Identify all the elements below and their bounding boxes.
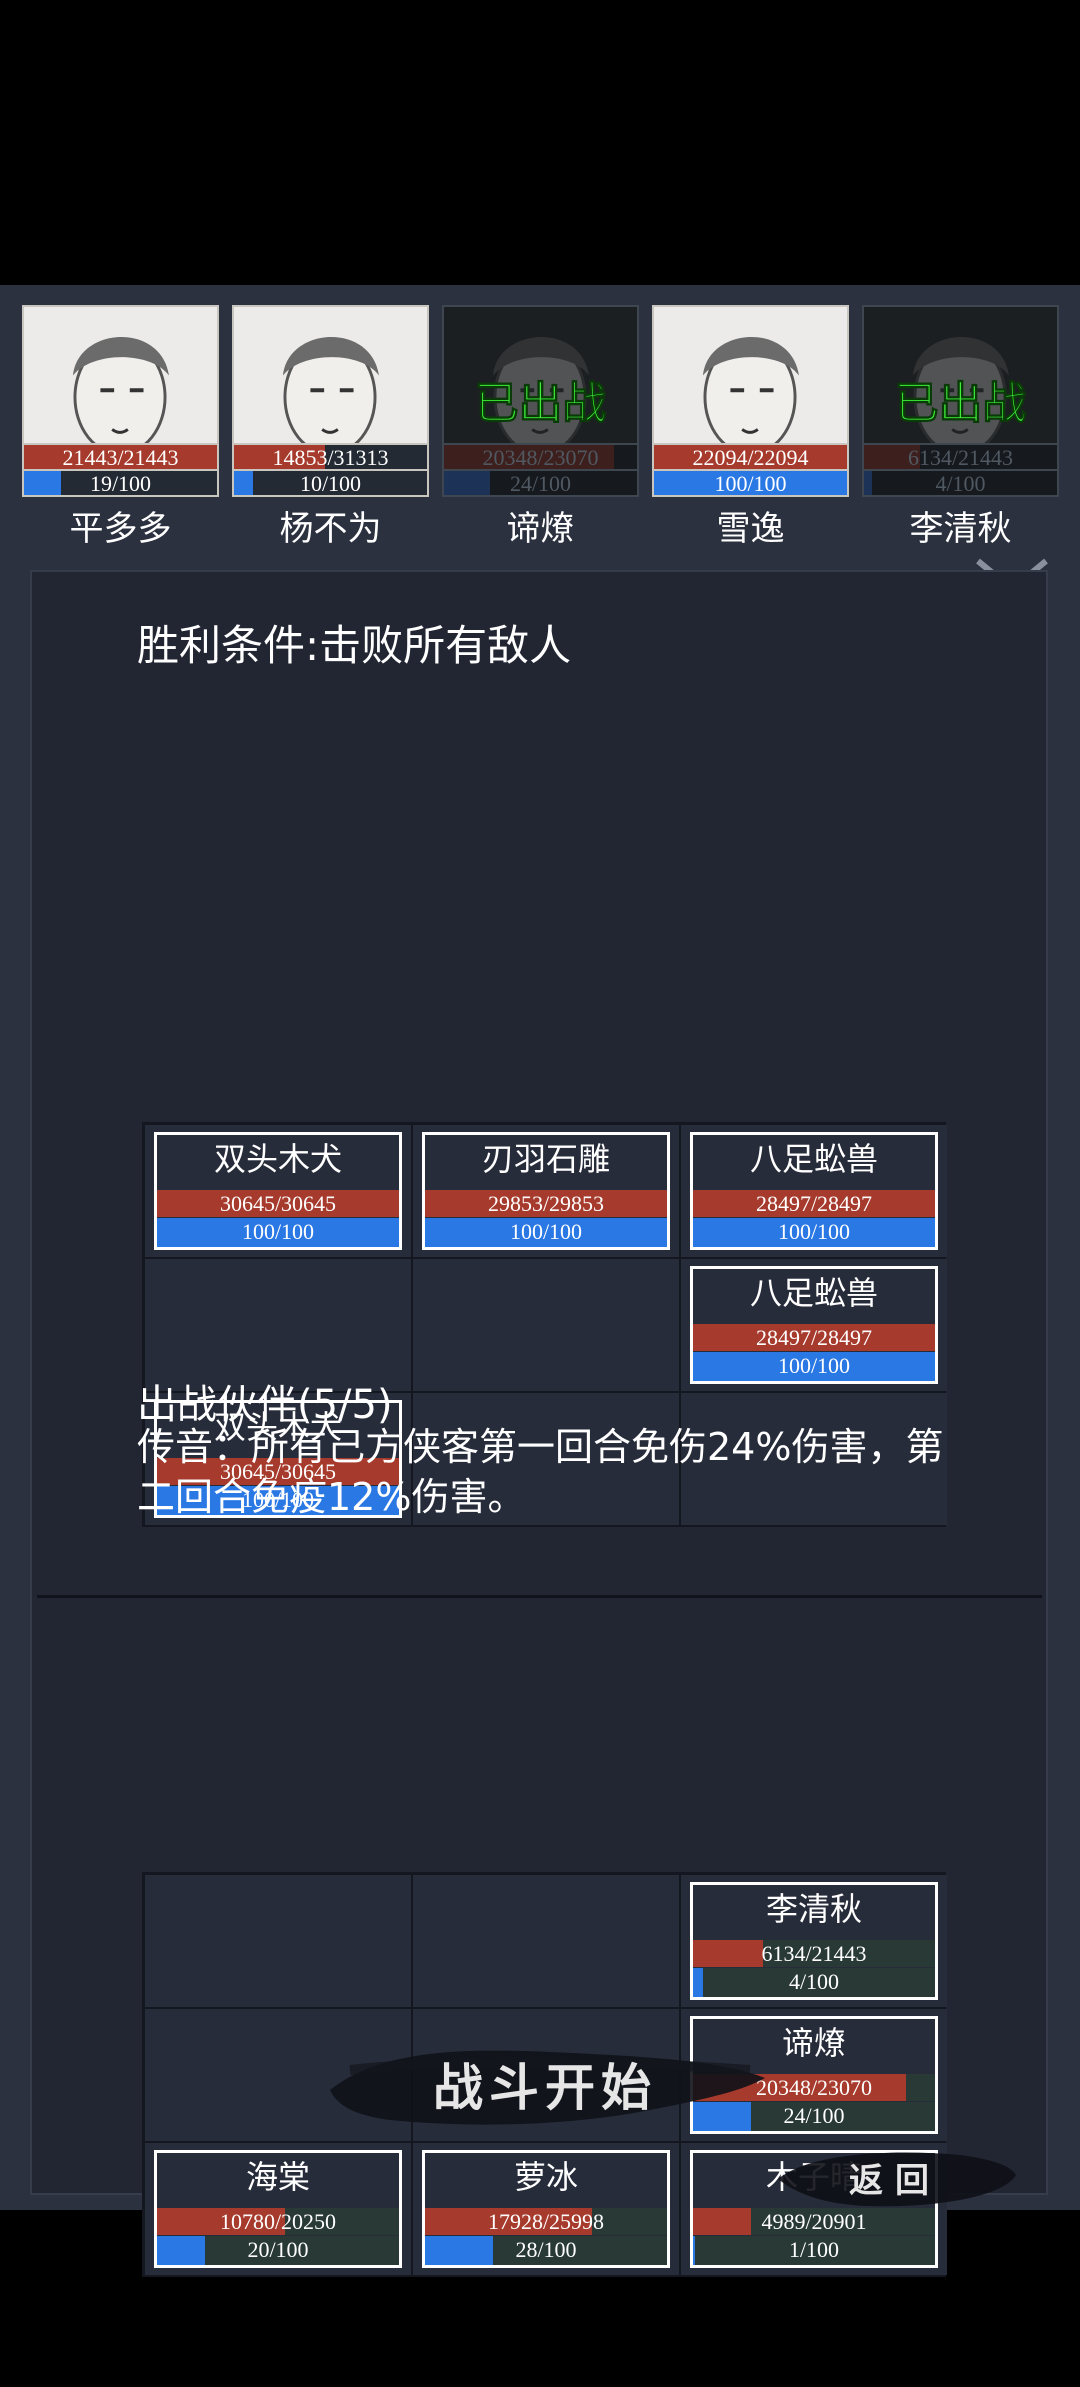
enemy-unit-card[interactable]: 八足蚣兽 28497/28497 100/100 (690, 1132, 938, 1250)
hp-text: 22094/22094 (692, 445, 809, 470)
enemy-unit-name: 八足蚣兽 (749, 1274, 878, 1312)
victory-condition: 胜利条件:击败所有敌人 (137, 621, 572, 670)
partner-unit-card[interactable]: 李清秋 6134/21443 4/100 (690, 1882, 938, 2000)
formation-panel: 胜利条件:击败所有敌人 双头木犬 30645/30645 100/100 刃羽石雕 29… (30, 570, 1048, 2277)
mp-bar: 4/100 (862, 469, 1059, 497)
deployed-badge: 已出战 (894, 378, 1027, 430)
enemy-unit-name: 八足蚣兽 (749, 1140, 878, 1178)
mp-bar: 1/100 (693, 2236, 935, 2265)
hp-bar: 6134/21443 (693, 1940, 935, 1967)
hero-roster[interactable]: 已出战 21443/2144319/100 平多多 已出战 14853/3131310/… (0, 305, 1080, 560)
mp-text: 4/100 (788, 1969, 840, 1994)
enemy-slot[interactable]: 刃羽石雕 29853/29853 100/100 (413, 1125, 679, 1257)
partner-slot[interactable] (413, 1875, 679, 2007)
partner-unit-card[interactable]: 萝冰 17928/25998 28/100 (422, 2150, 670, 2268)
mp-text: 100/100 (777, 1219, 851, 1244)
mp-bar: 4/100 (693, 1968, 935, 1997)
partner-slot[interactable] (145, 1875, 411, 2007)
hp-bar: 10780/20250 (157, 2208, 399, 2235)
hp-text: 28497/28497 (755, 1191, 873, 1216)
hp-bar: 21443/21443 (22, 443, 219, 471)
hp-text: 10780/20250 (219, 2209, 337, 2234)
hp-bar: 28497/28497 (693, 1324, 935, 1351)
partner-slot[interactable]: 萝冰 17928/25998 28/100 (413, 2143, 679, 2275)
partner-unit-name: 李清秋 (765, 1890, 862, 1928)
hp-bar: 22094/22094 (652, 443, 849, 471)
enemy-unit-card[interactable]: 八足蚣兽 28497/28497 100/100 (690, 1266, 938, 1384)
mp-text: 28/100 (515, 2237, 577, 2262)
deployed-badge: 已出战 (474, 378, 607, 430)
hero-card[interactable]: 已出战21443/2144319/100平多多 (22, 305, 219, 555)
partner-unit-name: 萝冰 (513, 2158, 578, 2196)
hp-text: 20348/23070 (482, 445, 599, 470)
buff-description: 传音：所有己方侠客第一回合免伤24%伤害，第二回合免疫12%伤害。 (137, 1425, 944, 1519)
mp-text: 24/100 (509, 471, 572, 496)
back-button[interactable]: 返回 (770, 2135, 1020, 2215)
enemy-slot[interactable] (413, 1259, 679, 1391)
mp-bar: 28/100 (425, 2236, 667, 2265)
hp-bar: 6134/21443 (862, 443, 1059, 471)
mp-text: 100/100 (509, 1219, 583, 1244)
hero-name: 平多多 (69, 509, 172, 549)
enemy-unit-card[interactable]: 刃羽石雕 29853/29853 100/100 (422, 1132, 670, 1250)
mp-text: 1/100 (788, 2237, 840, 2262)
mp-bar: 19/100 (22, 469, 219, 497)
partner-slot[interactable]: 李清秋 6134/21443 4/100 (681, 1875, 947, 2007)
partner-unit-name: 海棠 (245, 2158, 310, 2196)
hero-name: 杨不为 (279, 509, 382, 549)
partner-slot[interactable]: 海棠 10780/20250 20/100 (145, 2143, 411, 2275)
enemy-slot[interactable]: 双头木犬 30645/30645 100/100 (145, 1125, 411, 1257)
battle-prep-screen: 已出战 21443/2144319/100 平多多 已出战 14853/3131310/… (0, 285, 1080, 2277)
mp-text: 10/100 (299, 471, 362, 496)
mp-bar: 10/100 (232, 469, 429, 497)
enemy-unit-name: 刃羽石雕 (481, 1140, 610, 1178)
mp-bar: 100/100 (693, 1218, 935, 1247)
enemy-unit-card[interactable]: 双头木犬 30645/30645 100/100 (154, 1132, 402, 1250)
mp-text: 19/100 (89, 471, 152, 496)
section-divider (37, 1595, 1042, 1598)
mp-text: 4/100 (935, 471, 986, 496)
hero-card[interactable]: 已出战14853/3131310/100杨不为 (232, 305, 429, 555)
mp-bar: 100/100 (157, 1218, 399, 1247)
hp-bar: 30645/30645 (157, 1190, 399, 1217)
mp-text: 20/100 (247, 2237, 309, 2262)
enemy-unit-name: 双头木犬 (213, 1140, 342, 1178)
enemy-slot[interactable]: 八足蚣兽 28497/28497 100/100 (681, 1125, 947, 1257)
start-battle-button[interactable]: 战斗开始 (320, 2030, 770, 2140)
hero-card[interactable]: 已出战22094/22094100/100雪逸 (652, 305, 849, 555)
hp-text: 21443/21443 (62, 445, 179, 470)
hero-card[interactable]: 已出战 20348/23070 24/100 谛燎 (442, 305, 639, 555)
hp-bar: 20348/23070 (442, 443, 639, 471)
hp-bar: 14853/31313 (232, 443, 429, 471)
hp-bar: 28497/28497 (693, 1190, 935, 1217)
start-battle-label: 战斗开始 (433, 2058, 657, 2117)
mp-bar: 24/100 (442, 469, 639, 497)
hp-text: 6134/21443 (907, 445, 1014, 470)
hero-name: 谛燎 (506, 509, 575, 549)
hp-text: 28497/28497 (755, 1325, 873, 1350)
hp-text: 29853/29853 (487, 1191, 605, 1216)
hero-card[interactable]: 已出战 6134/21443 4/100 李清秋 (862, 305, 1059, 555)
mp-bar: 100/100 (652, 469, 849, 497)
back-label: 返回 (849, 2161, 941, 2201)
mp-bar: 100/100 (425, 1218, 667, 1247)
hp-bar: 17928/25998 (425, 2208, 667, 2235)
hp-text: 6134/21443 (761, 1941, 867, 1966)
hp-bar: 29853/29853 (425, 1190, 667, 1217)
hp-text: 14853/31313 (272, 445, 389, 470)
enemy-slot[interactable]: 八足蚣兽 28497/28497 100/100 (681, 1259, 947, 1391)
hp-text: 17928/25998 (487, 2209, 605, 2234)
hero-name: 李清秋 (909, 509, 1012, 549)
mp-bar: 20/100 (157, 2236, 399, 2265)
hp-text: 30645/30645 (219, 1191, 337, 1216)
mp-text: 100/100 (714, 471, 787, 496)
partner-unit-card[interactable]: 海棠 10780/20250 20/100 (154, 2150, 402, 2268)
mp-bar: 100/100 (693, 1352, 935, 1381)
mp-text: 100/100 (241, 1219, 315, 1244)
mp-text: 100/100 (777, 1353, 851, 1378)
hero-name: 雪逸 (716, 509, 785, 549)
